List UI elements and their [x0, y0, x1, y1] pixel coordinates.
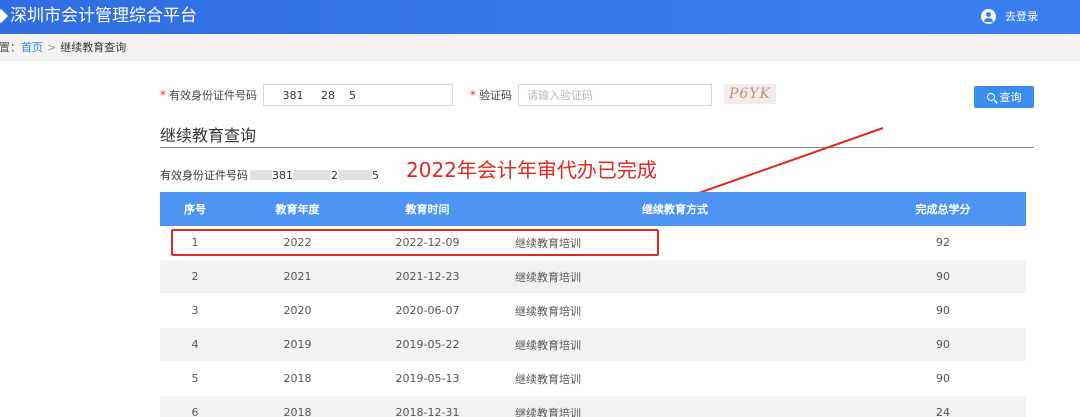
app-title: 深圳市会计管理综合平台: [0, 5, 197, 27]
header-year: 教育年度: [275, 203, 320, 216]
app-title-text: 深圳市会计管理综合平台: [10, 6, 197, 26]
cell-year: 2019: [283, 338, 312, 351]
header-date: 教育时间: [405, 203, 450, 216]
login-link[interactable]: 去登录: [981, 8, 1038, 24]
cell-date: 2018-12-31: [395, 406, 460, 417]
cell-no: 5: [191, 372, 199, 385]
table-row: 4 2019 2019-05-22 继续教育培训 90: [160, 328, 1026, 362]
cell-method: 继续教育培训: [515, 236, 581, 250]
cell-year: 2020: [283, 304, 312, 317]
cell-method: 继续教育培训: [515, 406, 581, 417]
breadcrumb-separator: >: [47, 41, 57, 54]
id-label: 有效身份证件号码: [169, 89, 257, 102]
divider: [160, 147, 1034, 148]
cell-method: 继续教育培训: [515, 270, 581, 284]
user-icon: [981, 8, 996, 24]
search-icon: [986, 93, 995, 101]
id-field-group: * 有效身份证件号码: [160, 83, 453, 107]
captcha-label: 验证码: [479, 89, 512, 102]
redaction-mask: [250, 170, 272, 180]
cell-credits: 92: [936, 236, 950, 249]
id-summary: 有效身份证件号码 381 2 5: [160, 167, 379, 183]
cell-date: 2021-12-23: [395, 270, 460, 283]
table-header: 序号 教育年度 教育时间 继续教育方式 完成总学分: [160, 192, 1026, 226]
captcha-image[interactable]: P6YK: [724, 84, 776, 104]
redaction-mask: [293, 170, 331, 180]
cell-method: 继续教育培训: [515, 372, 581, 386]
table-row: 1 2022 2022-12-09 继续教育培训 92: [160, 226, 1026, 260]
cell-no: 6: [191, 406, 199, 417]
cell-date: 2019-05-13: [395, 372, 460, 385]
search-button[interactable]: 查询: [974, 86, 1034, 108]
cell-method: 继续教育培训: [515, 338, 581, 352]
logo-diamond-icon: [0, 8, 9, 24]
cell-no: 4: [191, 338, 199, 351]
breadcrumb-current: 继续教育查询: [60, 41, 127, 54]
required-mark: *: [160, 88, 166, 102]
cell-no: 2: [191, 270, 199, 283]
cell-credits: 90: [936, 372, 950, 385]
cell-year: 2021: [283, 270, 312, 283]
table-row: 5 2018 2019-05-13 继续教育培训 90: [160, 362, 1026, 396]
cell-credits: 90: [936, 270, 950, 283]
id-number-input[interactable]: [263, 84, 453, 106]
cell-no: 3: [191, 304, 199, 317]
breadcrumb-prefix: 位置：: [0, 41, 21, 54]
cell-date: 2022-12-09: [395, 236, 460, 249]
login-label[interactable]: 去登录: [1005, 8, 1038, 24]
cell-credits: 90: [936, 338, 950, 351]
table-row: 3 2020 2020-06-07 继续教育培训 90: [160, 294, 1026, 328]
cell-method: 继续教育培训: [515, 304, 581, 318]
search-button-label: 查询: [999, 91, 1022, 104]
table-row: 6 2018 2018-12-31 继续教育培训 24: [160, 396, 1026, 417]
cell-credits: 90: [936, 304, 950, 317]
cell-year: 2018: [283, 406, 312, 417]
cell-year: 2022: [283, 236, 312, 249]
top-bar: 深圳市会计管理综合平台 去登录: [0, 0, 1080, 34]
header-credits: 完成总学分: [915, 203, 971, 216]
cell-date: 2020-06-07: [395, 304, 460, 317]
education-table: 序号 教育年度 教育时间 继续教育方式 完成总学分 1 2022 2022-12…: [160, 192, 1026, 417]
captcha-field-group: * 验证码: [470, 83, 712, 107]
cell-date: 2019-05-22: [395, 338, 460, 351]
id-summary-part-a: 381: [272, 168, 293, 182]
id-summary-part-b: 2: [331, 168, 338, 182]
required-mark: *: [470, 88, 476, 102]
cell-no: 1: [191, 236, 199, 249]
id-summary-part-c: 5: [372, 168, 379, 182]
annotation-text: 2022年会计年审代办已完成: [406, 158, 657, 182]
section-title: 继续教育查询: [160, 126, 257, 145]
redaction-mask: [338, 170, 372, 180]
breadcrumb-home[interactable]: 首页: [21, 34, 43, 61]
id-summary-label: 有效身份证件号码: [160, 169, 248, 182]
header-method: 继续教育方式: [642, 203, 708, 216]
breadcrumb: 位置：首页 >继续教育查询: [0, 34, 1080, 61]
captcha-input[interactable]: [518, 84, 712, 106]
cell-year: 2018: [283, 372, 312, 385]
table-row: 2 2021 2021-12-23 继续教育培训 90: [160, 260, 1026, 294]
header-no: 序号: [184, 203, 206, 216]
cell-credits: 24: [936, 406, 950, 417]
